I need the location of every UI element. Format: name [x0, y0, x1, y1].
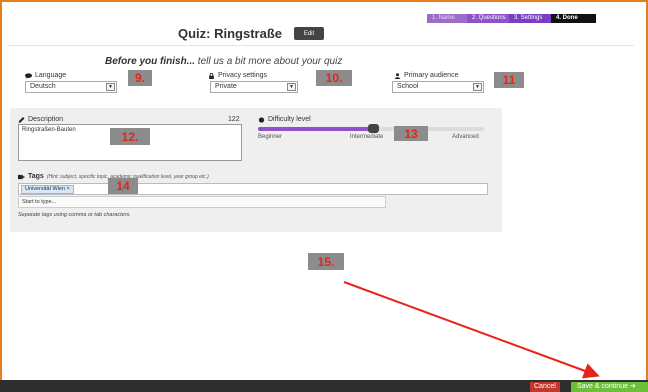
difficulty-label-text: Difficulty level [268, 116, 311, 123]
annotation-badge-14: 14 [108, 178, 138, 194]
description-label: Description [18, 116, 63, 123]
step-questions[interactable]: 2. Questions [467, 14, 509, 23]
language-label-text: Language [35, 72, 67, 79]
page-headline: Before you finish... tell us a bit more … [105, 56, 342, 67]
circle-icon [258, 116, 265, 123]
annotation-badge-12: 12. [110, 128, 150, 145]
privacy-label: Privacy settings [208, 72, 267, 79]
difficulty-label: Difficulty level [258, 116, 311, 123]
annotation-badge-15: 15. [308, 253, 344, 270]
annotation-badge-11: 11 [494, 72, 524, 88]
tags-input[interactable] [18, 183, 488, 195]
save-continue-button[interactable]: Save & continue ➔ [571, 382, 648, 392]
step-name[interactable]: 1. Name [427, 14, 467, 23]
tag-chip[interactable]: Universität Wien × [21, 185, 74, 194]
audience-value: School [397, 83, 419, 90]
difficulty-mid-label: Intermediate [350, 134, 384, 140]
tags-icon [18, 174, 25, 179]
annotation-badge-10: 10. [316, 70, 352, 86]
annotation-badge-13: 13 [394, 126, 428, 141]
edit-title-button[interactable]: Edit [294, 27, 324, 40]
divider [8, 45, 634, 46]
privacy-select[interactable]: Private ▼ [210, 81, 298, 93]
lock-icon [209, 72, 214, 79]
privacy-value: Private [215, 83, 237, 90]
description-char-counter: 122 [228, 116, 240, 123]
difficulty-slider-fill [258, 127, 374, 131]
difficulty-low-label: Beginner [258, 134, 283, 140]
headline-lead: Before you finish... [105, 56, 196, 67]
audience-label-text: Primary audience [404, 72, 459, 79]
cancel-button[interactable]: Cancel [530, 382, 560, 392]
chevron-down-icon: ▼ [287, 83, 296, 91]
headline-rest: tell us a bit more about your quiz [195, 56, 343, 67]
language-value: Deutsch [30, 83, 56, 90]
description-label-text: Description [28, 116, 64, 123]
audience-select[interactable]: School ▼ [392, 81, 484, 93]
chevron-down-icon: ▼ [106, 83, 115, 91]
person-icon [394, 72, 401, 79]
tags-help-text: Separate tags using comma or tab charact… [18, 212, 131, 218]
difficulty-high-label: Advanced [452, 134, 479, 140]
quiz-title: Quiz: Ringstraße [178, 26, 283, 41]
difficulty-slider-handle[interactable] [368, 124, 380, 133]
speech-bubble-icon [25, 72, 32, 79]
pencil-icon [18, 116, 25, 123]
step-done: 4. Done [551, 14, 596, 23]
language-label: Language [25, 72, 66, 79]
tags-label-text: Tags [28, 173, 44, 180]
progress-steps: 1. Name 2. Questions 3. Settings 4. Done [427, 14, 596, 23]
annotation-badge-9: 9. [128, 70, 152, 86]
language-select[interactable]: Deutsch ▼ [25, 81, 117, 93]
audience-label: Primary audience [394, 72, 458, 79]
privacy-label-text: Privacy settings [218, 72, 268, 79]
chevron-down-icon: ▼ [473, 83, 482, 91]
tags-autocomplete[interactable]: Start to type... [18, 196, 386, 208]
step-settings[interactable]: 3. Settings [509, 14, 551, 23]
